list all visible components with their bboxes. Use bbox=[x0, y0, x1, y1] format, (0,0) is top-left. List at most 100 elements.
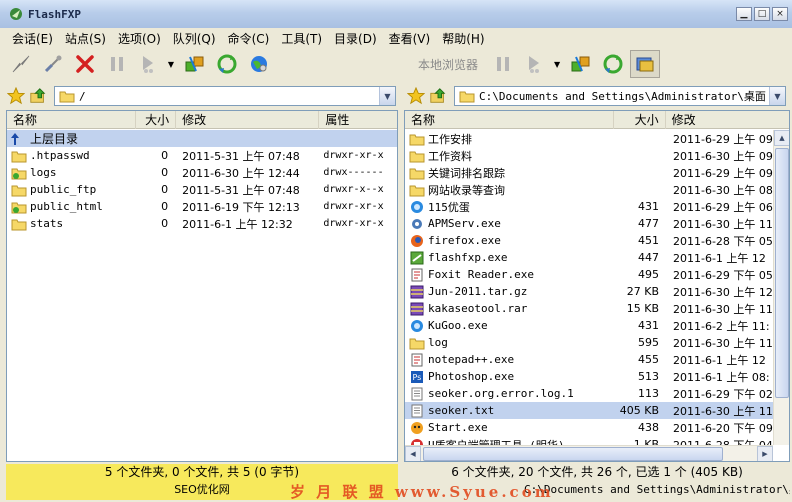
table-row[interactable]: KuGoo.exe 431 2011-6-2 上午 11: bbox=[405, 317, 789, 334]
refresh-icon bbox=[603, 54, 623, 74]
file-modified: 2011-6-29 下午 05 bbox=[673, 268, 773, 282]
chevron-down-icon[interactable]: ▼ bbox=[769, 87, 785, 105]
local-compare-button[interactable] bbox=[566, 50, 596, 78]
minimize-button[interactable]: ▁ bbox=[736, 7, 752, 21]
table-row[interactable]: notepad++.exe 455 2011-6-1 上午 12 bbox=[405, 351, 789, 368]
local-favorites-button[interactable] bbox=[406, 86, 426, 106]
table-row[interactable]: 工作资料 2011-6-30 上午 09 bbox=[405, 147, 789, 164]
refresh-button[interactable] bbox=[212, 50, 242, 78]
table-row[interactable]: APMServ.exe 477 2011-6-30 上午 11 bbox=[405, 215, 789, 232]
table-row[interactable]: Jun-2011.tar.gz 27 KB 2011-6-30 上午 12 bbox=[405, 283, 789, 300]
local-horizontal-scrollbar[interactable]: ◀ ▶ bbox=[405, 445, 773, 461]
table-row[interactable]: Start.exe 438 2011-6-20 下午 09 bbox=[405, 419, 789, 436]
file-size: 595 bbox=[638, 336, 659, 349]
scroll-right-icon[interactable]: ▶ bbox=[757, 446, 773, 461]
remote-favorites-button[interactable] bbox=[6, 86, 26, 106]
file-modified: 2011-6-1 上午 12:32 bbox=[182, 217, 293, 231]
file-name: kakaseotool.rar bbox=[428, 302, 528, 315]
column-name[interactable]: 名称 bbox=[405, 111, 614, 129]
file-modified: 2011-6-1 上午 12 bbox=[673, 251, 766, 265]
menu-sites[interactable]: 站点(S) bbox=[59, 30, 112, 47]
table-row[interactable]: kakaseotool.rar 15 KB 2011-6-30 上午 11 bbox=[405, 300, 789, 317]
transfer-dropdown-arrow[interactable]: ▼ bbox=[166, 50, 176, 78]
file-size: 477 bbox=[638, 217, 659, 230]
file-modified: 2011-6-28 下午 05 bbox=[673, 234, 773, 248]
local-up-dir-button[interactable] bbox=[428, 86, 448, 106]
chevron-down-icon[interactable]: ▼ bbox=[379, 87, 395, 105]
file-name: seoker.org.error.log.1 bbox=[428, 387, 574, 400]
file-size: 0 bbox=[161, 149, 169, 162]
table-row[interactable]: seoker.txt 405 KB 2011-6-30 上午 11 bbox=[405, 402, 789, 419]
quick-connect-button[interactable] bbox=[38, 50, 68, 78]
file-name: 工作安排 bbox=[428, 132, 472, 146]
file-modified: 2011-6-29 上午 06 bbox=[673, 200, 773, 214]
file-modified: 2011-6-20 下午 09 bbox=[673, 421, 773, 435]
ps-icon: Ps bbox=[411, 370, 423, 383]
table-row[interactable]: logs 0 2011-6-30 上午 12:44 drwx------ bbox=[7, 164, 397, 181]
table-row[interactable]: Foxit Reader.exe 495 2011-6-29 下午 05 bbox=[405, 266, 789, 283]
table-row[interactable]: 115优蛋 431 2011-6-29 上午 06 bbox=[405, 198, 789, 215]
file-size: 431 bbox=[638, 200, 659, 213]
remote-path-combo[interactable]: / ▼ bbox=[54, 86, 396, 106]
menu-tools[interactable]: 工具(T) bbox=[275, 30, 328, 47]
scroll-thumb[interactable] bbox=[423, 447, 723, 461]
maximize-button[interactable]: □ bbox=[754, 7, 770, 21]
menu-directory[interactable]: 目录(D) bbox=[328, 30, 383, 47]
scroll-thumb[interactable] bbox=[775, 148, 789, 398]
disconnect-button[interactable] bbox=[70, 50, 100, 78]
plug-icon bbox=[44, 55, 62, 73]
file-attributes: drwxr-xr-x bbox=[323, 201, 384, 212]
table-row[interactable]: 网站收录等查询 2011-6-30 上午 08 bbox=[405, 181, 789, 198]
column-name[interactable]: 名称 bbox=[7, 111, 137, 129]
pause-icon bbox=[111, 57, 123, 71]
column-modified[interactable]: 修改 bbox=[666, 111, 789, 129]
table-row[interactable]: .htpasswd 0 2011-5-31 上午 07:48 drwxr-xr-x bbox=[7, 147, 397, 164]
green-icon bbox=[410, 251, 424, 264]
scroll-up-icon[interactable]: ▲ bbox=[774, 130, 789, 146]
compare-button[interactable] bbox=[180, 50, 210, 78]
file-modified: 2011-5-31 上午 07:48 bbox=[182, 149, 300, 163]
local-path-combo[interactable]: C:\Documents and Settings\Administrator\… bbox=[454, 86, 786, 106]
transfer-button[interactable] bbox=[134, 50, 164, 78]
table-row[interactable]: 关键词排名跟踪 2011-6-29 上午 09 bbox=[405, 164, 789, 181]
remote-path-text: / bbox=[79, 89, 86, 103]
connect-button[interactable] bbox=[6, 50, 36, 78]
parent-directory-row[interactable]: 上层目录 bbox=[7, 130, 397, 147]
local-status-summary: 6 个文件夹, 20 个文件, 共 26 个, 已选 1 个 (405 KB) bbox=[451, 465, 743, 479]
column-size[interactable]: 大小 bbox=[614, 111, 666, 129]
local-pause-button[interactable] bbox=[488, 50, 518, 78]
menu-options[interactable]: 选项(O) bbox=[112, 30, 167, 47]
table-row[interactable]: 工作安排 2011-6-29 上午 09 bbox=[405, 130, 789, 147]
remote-up-dir-button[interactable] bbox=[28, 86, 48, 106]
column-size[interactable]: 大小 bbox=[136, 111, 177, 129]
local-transfer-button[interactable] bbox=[520, 50, 550, 78]
local-vertical-scrollbar[interactable]: ▲ bbox=[773, 130, 789, 445]
menu-commands[interactable]: 命令(C) bbox=[222, 30, 276, 47]
scroll-left-icon[interactable]: ◀ bbox=[405, 446, 421, 461]
menu-session[interactable]: 会话(E) bbox=[6, 30, 59, 47]
menu-help[interactable]: 帮助(H) bbox=[436, 30, 490, 47]
pause-button[interactable] bbox=[102, 50, 132, 78]
table-row[interactable]: public_html 0 2011-6-19 下午 12:13 drwxr-xr-x bbox=[7, 198, 397, 215]
site-manager-button[interactable] bbox=[244, 50, 274, 78]
column-modified[interactable]: 修改 bbox=[176, 111, 320, 129]
local-transfer-dropdown-arrow[interactable]: ▼ bbox=[552, 50, 562, 78]
local-view-button[interactable] bbox=[630, 50, 661, 78]
table-row[interactable]: public_ftp 0 2011-5-31 上午 07:48 drwxr-x--x bbox=[7, 181, 397, 198]
menu-queue[interactable]: 队列(Q) bbox=[167, 30, 222, 47]
column-attributes[interactable]: 属性 bbox=[319, 111, 397, 129]
folder-icon bbox=[409, 185, 425, 196]
table-row[interactable]: log 595 2011-6-30 上午 11 bbox=[405, 334, 789, 351]
file-size: 405 KB bbox=[619, 404, 659, 417]
flashfxp-window: FlashFXP ▁ □ × 会话(E) 站点(S) 选项(O) 队列(Q) 命… bbox=[0, 0, 792, 501]
menu-view[interactable]: 查看(V) bbox=[383, 30, 437, 47]
table-row[interactable]: Ps Photoshop.exe 513 2011-6-1 上午 08: bbox=[405, 368, 789, 385]
table-row[interactable]: firefox.exe 451 2011-6-28 下午 05 bbox=[405, 232, 789, 249]
file-name: stats bbox=[30, 217, 64, 230]
close-button[interactable]: × bbox=[772, 7, 788, 21]
table-row[interactable]: flashfxp.exe 447 2011-6-1 上午 12 bbox=[405, 249, 789, 266]
local-browser-label[interactable]: 本地浏览器 bbox=[406, 56, 488, 73]
table-row[interactable]: stats 0 2011-6-1 上午 12:32 drwxr-xr-x bbox=[7, 215, 397, 232]
local-refresh-button[interactable] bbox=[598, 50, 628, 78]
table-row[interactable]: seoker.org.error.log.1 113 2011-6-29 下午 02 bbox=[405, 385, 789, 402]
